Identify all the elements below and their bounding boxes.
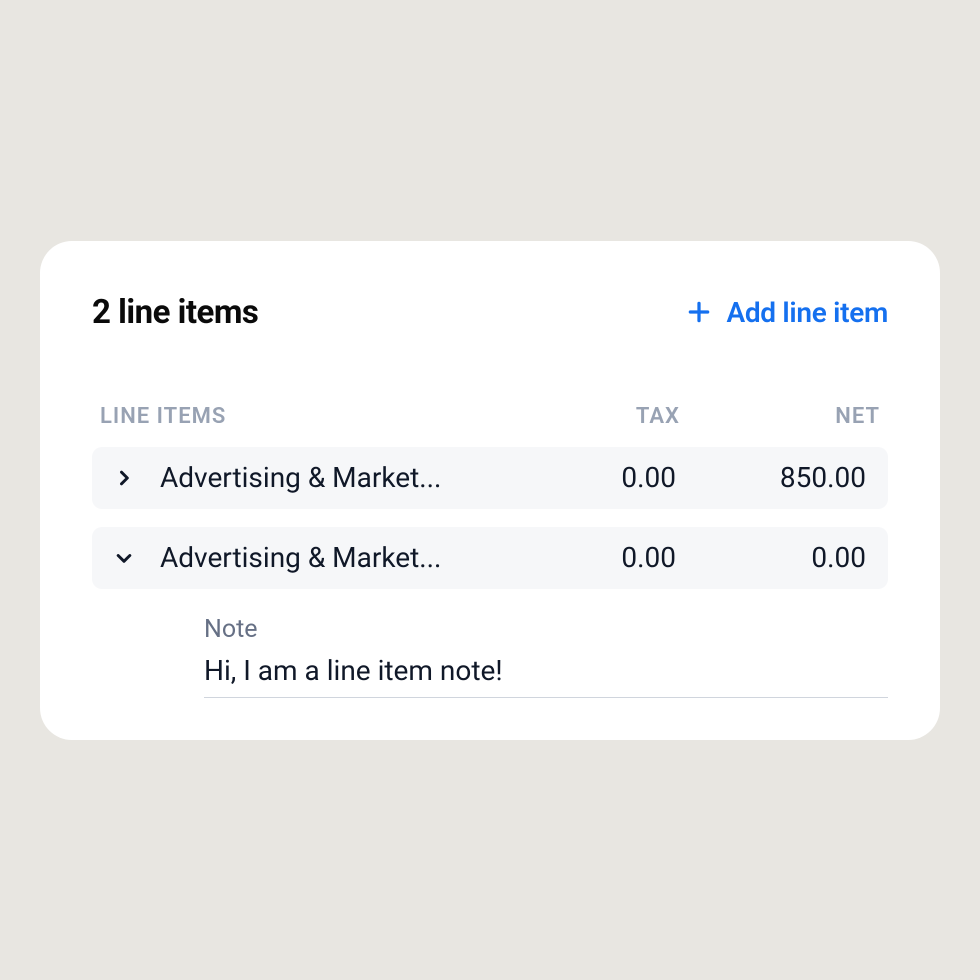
note-label: Note [204, 615, 888, 644]
line-item-tax: 0.00 [556, 541, 676, 574]
card-title: 2 line items [92, 293, 258, 332]
column-header-tax: TAX [540, 404, 680, 429]
chevron-down-icon[interactable] [114, 548, 160, 568]
line-item-row[interactable]: Advertising & Market... 0.00 0.00 [92, 527, 888, 589]
line-item-name: Advertising & Market... [160, 541, 556, 574]
line-item-net: 850.00 [676, 461, 866, 494]
card-header: 2 line items Add line item [92, 293, 888, 332]
chevron-right-icon[interactable] [114, 468, 160, 488]
add-line-item-button[interactable]: Add line item [686, 296, 888, 329]
line-items-card: 2 line items Add line item LINE ITEMS TA… [40, 241, 940, 740]
line-item-name: Advertising & Market... [160, 461, 556, 494]
column-header-net: NET [680, 404, 880, 429]
line-item-net: 0.00 [676, 541, 866, 574]
plus-icon [686, 299, 712, 325]
column-header-items: LINE ITEMS [100, 404, 540, 429]
line-item-tax: 0.00 [556, 461, 676, 494]
table-header: LINE ITEMS TAX NET [92, 404, 888, 447]
line-item-note: Note Hi, I am a line item note! [92, 607, 888, 698]
add-line-item-label: Add line item [726, 296, 888, 329]
line-item-row[interactable]: Advertising & Market... 0.00 850.00 [92, 447, 888, 509]
note-input[interactable]: Hi, I am a line item note! [204, 654, 888, 698]
